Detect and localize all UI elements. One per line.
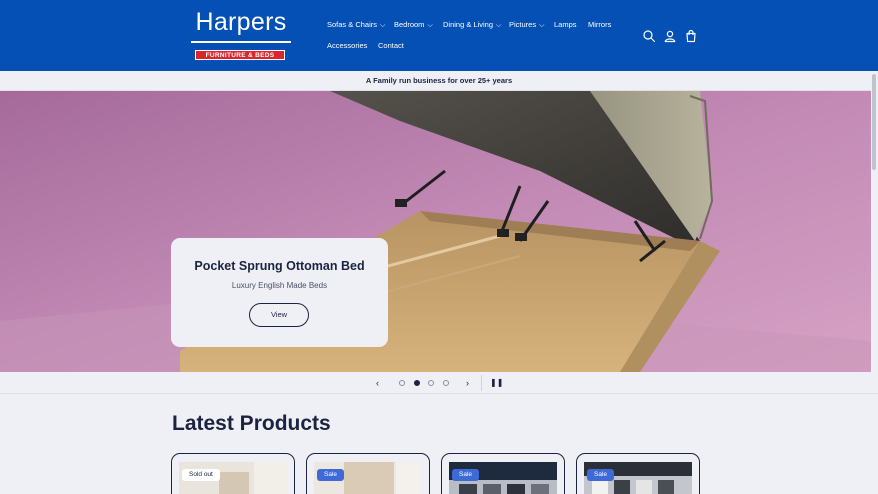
slider-pause-button[interactable]: ❚❚ — [490, 377, 503, 389]
announcement-bar: A Family run business for over 25+ years — [0, 71, 878, 91]
slider-next-button[interactable]: › — [466, 377, 469, 389]
nav-item-contact[interactable]: Contact — [378, 41, 404, 50]
nav-label: Pictures — [509, 20, 537, 29]
nav-item-dining-living[interactable]: Dining & Living ⌵ — [443, 20, 501, 30]
brand-logo[interactable]: Harpers FURNITURE & BEDS — [189, 8, 293, 62]
section-title-latest-products: Latest Products — [172, 412, 331, 435]
product-badge: Sale — [317, 469, 345, 481]
nav-item-mirrors[interactable]: Mirrors — [588, 20, 611, 29]
nav-item-lamps[interactable]: Lamps — [554, 20, 577, 29]
nav-label: Accessories — [327, 41, 368, 50]
hero-content-card: Pocket Sprung Ottoman Bed Luxury English… — [171, 238, 388, 347]
slider-dot-3[interactable] — [428, 380, 434, 386]
slider-dot-1[interactable] — [399, 380, 405, 386]
product-card[interactable]: Sale — [441, 453, 565, 494]
cart-icon[interactable] — [684, 29, 698, 43]
nav-label: Sofas & Chairs — [327, 20, 378, 29]
product-card[interactable]: Sale — [306, 453, 430, 494]
page-scrollbar-thumb[interactable] — [872, 74, 876, 170]
chevron-down-icon: ⌵ — [427, 22, 433, 29]
chevron-down-icon: ⌵ — [380, 22, 386, 29]
product-card[interactable]: Sold out — [171, 453, 295, 494]
main-nav: Sofas & Chairs ⌵ Bedroom ⌵ Dining & Living… — [327, 0, 627, 71]
pause-icon: ❚❚ — [490, 378, 504, 387]
nav-label: Mirrors — [588, 20, 612, 29]
nav-label: Bedroom — [394, 20, 425, 29]
slider-dot-2[interactable] — [414, 380, 420, 386]
nav-label: Contact — [378, 41, 404, 50]
nav-item-pictures[interactable]: Pictures ⌵ — [509, 20, 544, 30]
product-card[interactable]: Sale — [576, 453, 700, 494]
nav-item-bedroom[interactable]: Bedroom ⌵ — [394, 20, 433, 30]
nav-item-accessories[interactable]: Accessories — [327, 41, 367, 50]
search-icon[interactable] — [642, 29, 656, 43]
slider-controls: ‹ › ❚❚ — [0, 372, 878, 394]
site-header: Harpers FURNITURE & BEDS Sofas & Chairs ⌵… — [0, 0, 878, 71]
chevron-left-icon: ‹ — [376, 378, 379, 388]
nav-label: Dining & Living — [443, 20, 494, 29]
hero-subtitle: Luxury English Made Beds — [231, 281, 328, 290]
hero-slideshow[interactable] — [0, 91, 871, 372]
slider-controls-divider — [481, 375, 482, 391]
slider-dot-4[interactable] — [443, 380, 449, 386]
chevron-right-icon: › — [466, 378, 469, 388]
slider-prev-button[interactable]: ‹ — [376, 377, 379, 389]
chevron-down-icon: ⌵ — [496, 22, 502, 29]
product-badge: Sale — [452, 469, 480, 481]
chevron-down-icon: ⌵ — [539, 22, 545, 29]
account-icon[interactable] — [663, 29, 677, 43]
hero-image — [0, 91, 871, 372]
product-badge: Sold out — [182, 469, 220, 481]
brand-name: Harpers — [195, 8, 287, 36]
brand-tagline: FURNITURE & BEDS — [195, 50, 285, 60]
hero-title: Pocket Sprung Ottoman Bed — [194, 259, 365, 273]
product-badge: Sale — [587, 469, 615, 481]
nav-label: Lamps — [554, 20, 577, 29]
hero-view-button[interactable]: View — [249, 303, 309, 327]
logo-divider — [191, 41, 291, 43]
nav-item-sofas-chairs[interactable]: Sofas & Chairs ⌵ — [327, 20, 385, 30]
